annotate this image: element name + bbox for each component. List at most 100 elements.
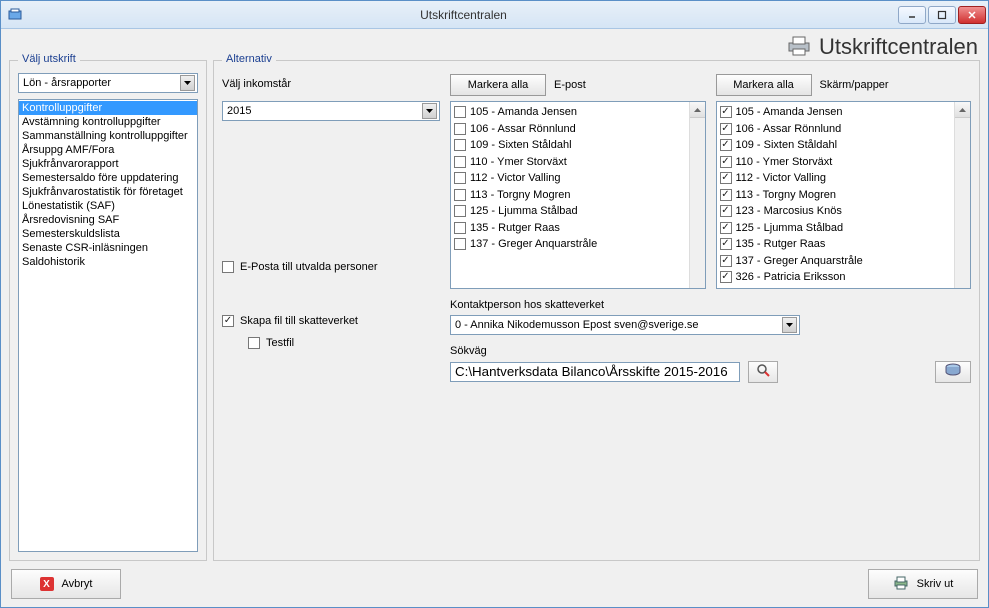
report-list-item[interactable]: Semesterskuldslista	[19, 227, 197, 241]
checklist-row[interactable]: 137 - Greger Anquarstråle	[720, 253, 968, 270]
row-checkbox[interactable]	[720, 238, 732, 250]
row-checkbox[interactable]	[720, 106, 732, 118]
row-checkbox[interactable]	[720, 222, 732, 234]
left-group-label: Välj utskrift	[18, 53, 80, 65]
row-label: 113 - Torgny Mogren	[470, 189, 570, 201]
footer: X Avbryt Skriv ut	[1, 567, 988, 607]
report-list-item[interactable]: Senaste CSR-inläsningen	[19, 241, 197, 255]
browse-button[interactable]	[748, 361, 778, 383]
chevron-down-icon	[782, 317, 797, 333]
row-label: 109 - Sixten Ståldahl	[470, 139, 572, 151]
checklist-row[interactable]: 110 - Ymer Storväxt	[720, 154, 968, 171]
checklist-row[interactable]: 123 - Marcosius Knös	[720, 203, 968, 220]
row-checkbox[interactable]	[454, 172, 466, 184]
row-label: 112 - Victor Valling	[470, 172, 561, 184]
row-checkbox[interactable]	[454, 156, 466, 168]
row-checkbox[interactable]	[720, 205, 732, 217]
close-button[interactable]	[958, 6, 986, 24]
epost-checklist[interactable]: 105 - Amanda Jensen 106 - Assar Rönnlund 1…	[450, 101, 706, 289]
report-list-item[interactable]: Semestersaldo före uppdatering	[19, 171, 197, 185]
row-checkbox[interactable]	[720, 271, 732, 283]
checklist-row[interactable]: 135 - Rutger Raas	[454, 220, 702, 237]
save-disk-button[interactable]	[935, 361, 971, 383]
eposta-checkbox[interactable]	[222, 261, 234, 273]
checklist-row[interactable]: 109 - Sixten Ståldahl	[720, 137, 968, 154]
report-list-item[interactable]: Avstämning kontrolluppgifter	[19, 115, 197, 129]
scroll-up-icon[interactable]	[690, 102, 705, 118]
scrollbar[interactable]	[954, 102, 970, 288]
checklist-row[interactable]: 112 - Victor Valling	[720, 170, 968, 187]
checklist-row[interactable]: 110 - Ymer Storväxt	[454, 154, 702, 171]
testfil-checkbox[interactable]	[248, 337, 260, 349]
checklist-row[interactable]: 109 - Sixten Ståldahl	[454, 137, 702, 154]
skarm-checklist[interactable]: 105 - Amanda Jensen106 - Assar Rönnlund1…	[716, 101, 972, 289]
maximize-button[interactable]	[928, 6, 956, 24]
report-list-item[interactable]: Sjukfrånvarostatistik för företaget	[19, 185, 197, 199]
testfil-row: Testfil	[248, 337, 440, 349]
row-checkbox[interactable]	[720, 189, 732, 201]
report-list-item[interactable]: Lönestatistik (SAF)	[19, 199, 197, 213]
checklist-row[interactable]: 106 - Assar Rönnlund	[720, 121, 968, 138]
x-icon: X	[40, 577, 54, 591]
app-icon	[7, 7, 23, 23]
income-year-dropdown[interactable]: 2015	[222, 101, 440, 121]
mark-all-skarm-button[interactable]: Markera alla	[716, 74, 812, 96]
print-button[interactable]: Skriv ut	[868, 569, 978, 599]
checklist-row[interactable]: 105 - Amanda Jensen	[720, 104, 968, 121]
row-label: 106 - Assar Rönnlund	[470, 123, 576, 135]
row-checkbox[interactable]	[454, 189, 466, 201]
sokvag-label: Sökväg	[450, 345, 971, 357]
row-label: 125 - Ljumma Stålbad	[736, 222, 844, 234]
report-list-item[interactable]: Kontrolluppgifter	[19, 101, 197, 115]
row-checkbox[interactable]	[454, 205, 466, 217]
report-list-item[interactable]: Sammanställning kontrolluppgifter	[19, 129, 197, 143]
report-list-item[interactable]: Årsredovisning SAF	[19, 213, 197, 227]
window-title: Utskriftcentralen	[29, 8, 898, 22]
row-checkbox[interactable]	[454, 222, 466, 234]
row-checkbox[interactable]	[454, 238, 466, 250]
scroll-up-icon[interactable]	[955, 102, 970, 118]
scrollbar[interactable]	[689, 102, 705, 288]
kontakt-dropdown[interactable]: 0 - Annika Nikodemusson Epost sven@sveri…	[450, 315, 800, 335]
row-label: 105 - Amanda Jensen	[736, 106, 843, 118]
row-label: 105 - Amanda Jensen	[470, 106, 577, 118]
report-list-item[interactable]: Årsuppg AMF/Fora	[19, 143, 197, 157]
row-label: 113 - Torgny Mogren	[736, 189, 836, 201]
skapa-fil-row: Skapa fil till skatteverket	[222, 315, 440, 327]
checklist-row[interactable]: 113 - Torgny Mogren	[720, 187, 968, 204]
report-type-value: Lön - årsrapporter	[23, 77, 111, 89]
report-list-item[interactable]: Sjukfrånvarorapport	[19, 157, 197, 171]
sokvag-input[interactable]	[450, 362, 740, 382]
minimize-button[interactable]	[898, 6, 926, 24]
checklist-row[interactable]: 125 - Ljumma Stålbad	[720, 220, 968, 237]
checklist-row[interactable]: 137 - Greger Anquarstråle	[454, 236, 702, 253]
checklist-row[interactable]: 125 - Ljumma Stålbad	[454, 203, 702, 220]
skapa-fil-label: Skapa fil till skatteverket	[240, 315, 358, 327]
row-checkbox[interactable]	[720, 172, 732, 184]
row-checkbox[interactable]	[454, 106, 466, 118]
mark-all-epost-button[interactable]: Markera alla	[450, 74, 546, 96]
row-checkbox[interactable]	[720, 255, 732, 267]
cancel-button[interactable]: X Avbryt	[11, 569, 121, 599]
row-label: 137 - Greger Anquarstråle	[736, 255, 863, 267]
testfil-label: Testfil	[266, 337, 294, 349]
checklist-row[interactable]: 326 - Patricia Eriksson	[720, 269, 968, 286]
row-checkbox[interactable]	[720, 123, 732, 135]
row-label: 110 - Ymer Storväxt	[470, 156, 567, 168]
row-checkbox[interactable]	[720, 139, 732, 151]
row-checkbox[interactable]	[454, 123, 466, 135]
row-checkbox[interactable]	[454, 139, 466, 151]
checklist-row[interactable]: 112 - Victor Valling	[454, 170, 702, 187]
checklist-row[interactable]: 113 - Torgny Mogren	[454, 187, 702, 204]
report-listbox[interactable]: KontrolluppgifterAvstämning kontrolluppg…	[18, 99, 198, 552]
report-list-item[interactable]: Saldohistorik	[19, 255, 197, 269]
row-label: 135 - Rutger Raas	[470, 222, 560, 234]
row-checkbox[interactable]	[720, 156, 732, 168]
checklist-row[interactable]: 106 - Assar Rönnlund	[454, 121, 702, 138]
eposta-checkbox-label: E-Posta till utvalda personer	[240, 261, 378, 273]
skapa-fil-checkbox[interactable]	[222, 315, 234, 327]
checklist-row[interactable]: 135 - Rutger Raas	[720, 236, 968, 253]
checklist-row[interactable]: 105 - Amanda Jensen	[454, 104, 702, 121]
report-type-dropdown[interactable]: Lön - årsrapporter	[18, 73, 198, 93]
row-label: 125 - Ljumma Stålbad	[470, 205, 578, 217]
